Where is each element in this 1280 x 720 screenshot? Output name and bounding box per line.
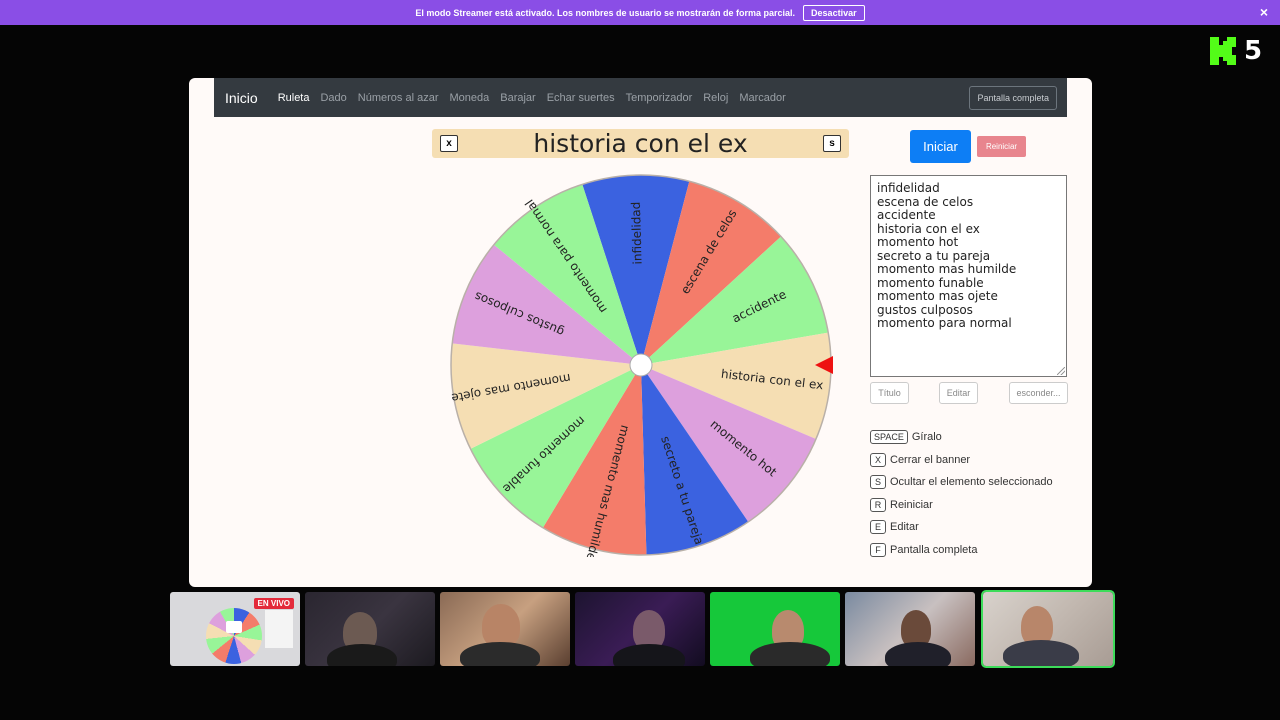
thumbnail-participant-1[interactable] bbox=[305, 592, 435, 666]
nav-item-ruleta[interactable]: Ruleta bbox=[278, 92, 310, 104]
wheel-container[interactable]: infidelidad escena de celos accidente histo… bbox=[449, 173, 833, 562]
streamer-mode-banner: El modo Streamer está activado. Los nomb… bbox=[0, 0, 1280, 25]
resize-handle-icon[interactable] bbox=[1057, 367, 1065, 375]
kick-number: 5 bbox=[1244, 36, 1263, 66]
selected-item-title: historia con el ex bbox=[533, 129, 748, 158]
nav-item-numeros[interactable]: Números al azar bbox=[358, 92, 439, 104]
nav-item-marcador[interactable]: Marcador bbox=[739, 92, 785, 104]
participant-body bbox=[750, 642, 830, 666]
nav-item-reloj[interactable]: Reloj bbox=[703, 92, 728, 104]
list-item: momento para normal bbox=[877, 316, 1012, 330]
shortcut-e: E Editar bbox=[870, 520, 919, 534]
hide-dropdown-button[interactable]: esconder... bbox=[1009, 382, 1068, 404]
shortcut-key: R bbox=[870, 498, 886, 512]
shortcut-space: SPACE Gíralo bbox=[870, 430, 942, 444]
participant-body bbox=[613, 644, 685, 666]
participant-body bbox=[1003, 640, 1079, 666]
hide-selected-button[interactable]: s bbox=[823, 135, 841, 152]
deactivate-button[interactable]: Desactivar bbox=[803, 4, 865, 21]
nav-item-moneda[interactable]: Moneda bbox=[449, 92, 489, 104]
monitor-icon bbox=[226, 621, 242, 633]
participant-body bbox=[885, 642, 951, 666]
mini-list bbox=[265, 610, 293, 648]
list-item: momento mas ojete bbox=[877, 289, 998, 303]
thumbnail-participant-6[interactable] bbox=[981, 590, 1115, 668]
participant-body bbox=[460, 642, 540, 666]
list-item: infidelidad bbox=[877, 181, 940, 195]
reset-button[interactable]: Reiniciar bbox=[977, 136, 1026, 157]
title-button[interactable]: Título bbox=[870, 382, 909, 404]
shortcut-label: Gíralo bbox=[911, 431, 942, 443]
thumbnail-screen-share[interactable]: EN VIVO bbox=[170, 592, 300, 666]
mini-wheel bbox=[206, 608, 262, 664]
list-item: historia con el ex bbox=[877, 221, 980, 236]
spin-wheel[interactable]: infidelidad escena de celosaccidentehisto… bbox=[449, 173, 833, 562]
banner-message: El modo Streamer está activado. Los nomb… bbox=[415, 7, 796, 18]
list-item: momento hot bbox=[877, 235, 959, 249]
thumbnail-participant-4[interactable] bbox=[710, 592, 840, 666]
shortcut-f: F Pantalla completa bbox=[870, 543, 977, 557]
shortcut-label: Cerrar el banner bbox=[890, 454, 971, 466]
close-banner-button[interactable]: x bbox=[440, 135, 458, 152]
list-item: escena de celos bbox=[877, 194, 974, 209]
list-item: momento mas humilde bbox=[877, 262, 1017, 276]
shortcut-key: F bbox=[870, 543, 886, 557]
wheel-segment-label: infidelidad bbox=[629, 201, 645, 264]
navbar: Inicio Ruleta Dado Números al azar Moned… bbox=[214, 78, 1067, 117]
wheel-hub bbox=[629, 353, 653, 377]
list-item: gustos culposos bbox=[877, 302, 973, 317]
kick-logo: 5 bbox=[1210, 36, 1262, 66]
participant-body bbox=[327, 644, 397, 666]
close-icon[interactable]: × bbox=[1260, 4, 1268, 20]
entries-textarea[interactable]: infidelidad escena de celos accidente hi… bbox=[870, 175, 1067, 377]
shortcut-key: SPACE bbox=[870, 430, 908, 444]
thumbnail-participant-2[interactable] bbox=[440, 592, 570, 666]
list-item: secreto a tu pareja bbox=[877, 248, 991, 263]
shortcut-s: S Ocultar el elemento seleccionado bbox=[870, 475, 1053, 489]
start-button[interactable]: Iniciar bbox=[910, 130, 971, 163]
list-item: accidente bbox=[877, 208, 936, 222]
fullscreen-button[interactable]: Pantalla completa bbox=[969, 86, 1057, 110]
shortcut-label: Pantalla completa bbox=[890, 544, 978, 556]
nav-item-temporizador[interactable]: Temporizador bbox=[626, 92, 693, 104]
nav-item-barajar[interactable]: Barajar bbox=[500, 92, 535, 104]
shortcut-label: Editar bbox=[890, 521, 919, 533]
nav-item-dado[interactable]: Dado bbox=[320, 92, 346, 104]
edit-button[interactable]: Editar bbox=[939, 382, 978, 404]
shortcut-r: R Reiniciar bbox=[870, 498, 933, 512]
thumbnail-participant-3[interactable] bbox=[575, 592, 705, 666]
list-item: momento funable bbox=[877, 275, 984, 290]
live-badge: EN VIVO bbox=[253, 598, 294, 609]
shortcut-key: X bbox=[870, 453, 886, 467]
shortcut-key: S bbox=[870, 475, 886, 489]
selected-item-banner: x historia con el ex s bbox=[432, 129, 849, 158]
nav-item-echar-suertes[interactable]: Echar suertes bbox=[547, 92, 615, 104]
shortcut-key: E bbox=[870, 520, 886, 534]
nav-brand-home[interactable]: Inicio bbox=[225, 90, 258, 106]
wheel-app-window: Inicio Ruleta Dado Números al azar Moned… bbox=[189, 78, 1092, 587]
kick-icon bbox=[1210, 37, 1236, 65]
shortcut-label: Reiniciar bbox=[890, 499, 933, 511]
shortcut-label: Ocultar el elemento seleccionado bbox=[890, 476, 1053, 488]
shortcut-x: X Cerrar el banner bbox=[870, 453, 970, 467]
thumbnail-participant-5[interactable] bbox=[845, 592, 975, 666]
